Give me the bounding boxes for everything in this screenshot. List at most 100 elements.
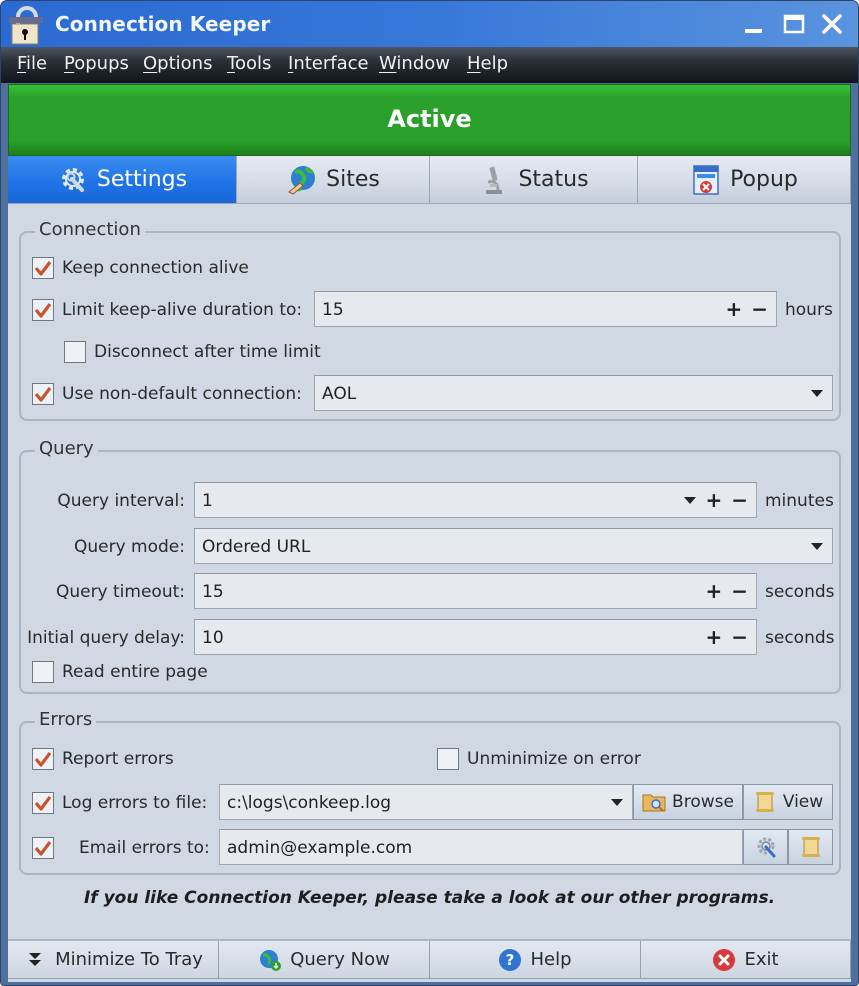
increment-button[interactable]: + (705, 581, 722, 601)
connection-dropdown[interactable]: AOL (314, 375, 833, 411)
connection-group: Connection Keep connection alive Limit k… (19, 219, 841, 421)
disconnect-after-label: Disconnect after time limit (94, 342, 321, 362)
status-text: Active (387, 105, 472, 133)
checkmark-icon (34, 303, 52, 318)
query-group: Query Query interval: 1 + − minutes Quer… (19, 438, 841, 694)
view-log-button[interactable]: View (743, 784, 833, 820)
close-icon[interactable] (819, 11, 845, 37)
window-title: Connection Keeper (55, 12, 271, 36)
report-errors-checkbox[interactable] (32, 748, 54, 770)
folder-search-icon (642, 794, 666, 812)
query-timeout-spinner[interactable]: 15 + − (194, 573, 757, 609)
menu-tools-label: ools (234, 53, 272, 74)
menu-popups[interactable]: Popups (64, 53, 129, 74)
chevron-down-icon[interactable] (611, 798, 623, 806)
popup-window-icon (693, 164, 719, 195)
menu-options-label: ptions (157, 53, 213, 74)
browse-button-label: Browse (672, 792, 734, 812)
limit-duration-checkbox[interactable] (32, 299, 54, 321)
email-settings-button[interactable] (743, 829, 788, 865)
exit-button[interactable]: Exit (641, 941, 851, 979)
increment-button[interactable]: + (705, 490, 722, 510)
query-timeout-value: 15 (202, 582, 224, 602)
increment-button[interactable]: + (725, 299, 742, 319)
query-now-label: Query Now (290, 949, 390, 970)
tab-settings[interactable]: Settings (8, 156, 237, 204)
log-file-path-value: c:\logs\conkeep.log (227, 793, 392, 813)
globe-download-icon (260, 949, 282, 971)
menu-interface[interactable]: Interface (288, 53, 369, 74)
scroll-icon (801, 837, 820, 857)
email-errors-checkbox[interactable] (32, 837, 54, 859)
email-address-field[interactable]: admin@example.com (219, 829, 743, 865)
checkmark-icon (34, 261, 52, 276)
svg-text:?: ? (506, 951, 515, 969)
initial-delay-unit: seconds (765, 628, 835, 648)
decrement-button[interactable]: − (731, 627, 748, 647)
query-now-button[interactable]: Query Now (219, 941, 430, 979)
menu-options[interactable]: Options (143, 53, 212, 74)
globe-hand-icon (288, 165, 316, 195)
log-file-path-combo[interactable]: c:\logs\conkeep.log (219, 784, 633, 820)
menu-window[interactable]: Window (379, 53, 450, 74)
log-to-file-checkbox[interactable] (32, 792, 54, 814)
limit-duration-spinner[interactable]: 15 + − (314, 291, 777, 327)
query-mode-dropdown[interactable]: Ordered URL (194, 528, 833, 564)
limit-duration-value: 15 (322, 300, 344, 320)
errors-group-label: Errors (35, 709, 97, 730)
keep-alive-checkbox[interactable] (32, 257, 54, 279)
menu-interface-label: nterface (293, 53, 369, 74)
initial-delay-spinner[interactable]: 10 + − (194, 619, 757, 655)
query-timeout-unit: seconds (765, 582, 835, 602)
menu-help-mnemonic: H (467, 53, 481, 74)
tab-popup[interactable]: Popup (638, 156, 851, 204)
title-bar[interactable]: Connection Keeper (1, 1, 858, 47)
read-entire-page-checkbox[interactable] (32, 661, 54, 683)
chevron-down-icon[interactable] (811, 389, 823, 397)
help-label: Help (530, 949, 572, 970)
email-address-value: admin@example.com (227, 838, 413, 858)
menu-file[interactable]: File (17, 53, 47, 74)
query-group-label: Query (35, 438, 98, 459)
log-to-file-label: Log errors to file: (62, 793, 208, 813)
settings-gear-icon (61, 167, 84, 192)
promo-link[interactable]: If you like Connection Keeper, please ta… (8, 888, 851, 908)
tab-sites-label: Sites (326, 167, 380, 192)
menu-popups-mnemonic: P (64, 53, 75, 74)
increment-button[interactable]: + (705, 627, 722, 647)
help-button[interactable]: ? Help (430, 941, 641, 979)
email-log-button[interactable] (788, 829, 833, 865)
minimize-tray-icon (29, 952, 42, 966)
menu-help[interactable]: Help (467, 53, 508, 74)
menu-bar: File Popups Options Tools Interface Wind… (1, 47, 858, 83)
query-interval-unit: minutes (765, 491, 834, 511)
decrement-button[interactable]: − (731, 490, 748, 510)
tab-status-label: Status (518, 167, 589, 192)
query-timeout-label: Query timeout: (55, 582, 185, 602)
minimize-to-tray-button[interactable]: Minimize To Tray (8, 941, 219, 979)
settings-panel: Settings Sites Status Popup Connection K… (8, 156, 851, 982)
unminimize-checkbox[interactable] (437, 748, 459, 770)
tab-status[interactable]: Status (430, 156, 638, 204)
help-icon: ? (499, 948, 522, 971)
connection-group-label: Connection (35, 219, 145, 240)
keep-alive-label: Keep connection alive (62, 258, 249, 278)
chevron-down-icon[interactable] (811, 542, 823, 550)
errors-group: Errors Report errors Unminimize on error… (19, 709, 841, 875)
chevron-down-icon[interactable] (684, 496, 697, 504)
tab-sites[interactable]: Sites (237, 156, 430, 204)
menu-tools[interactable]: Tools (227, 53, 271, 74)
non-default-connection-checkbox[interactable] (32, 383, 54, 405)
tab-settings-label: Settings (96, 167, 188, 192)
browse-button[interactable]: Browse (633, 784, 743, 820)
connection-dropdown-value: AOL (322, 384, 357, 404)
padlock-icon (9, 6, 43, 45)
menu-popups-label: opups (74, 53, 129, 74)
minimize-icon[interactable] (741, 11, 767, 37)
disconnect-after-checkbox[interactable] (64, 341, 86, 363)
checkmark-icon (34, 841, 52, 856)
decrement-button[interactable]: − (751, 299, 768, 319)
maximize-icon[interactable] (781, 11, 807, 37)
query-interval-combo[interactable]: 1 + − (194, 482, 757, 518)
decrement-button[interactable]: − (731, 581, 748, 601)
